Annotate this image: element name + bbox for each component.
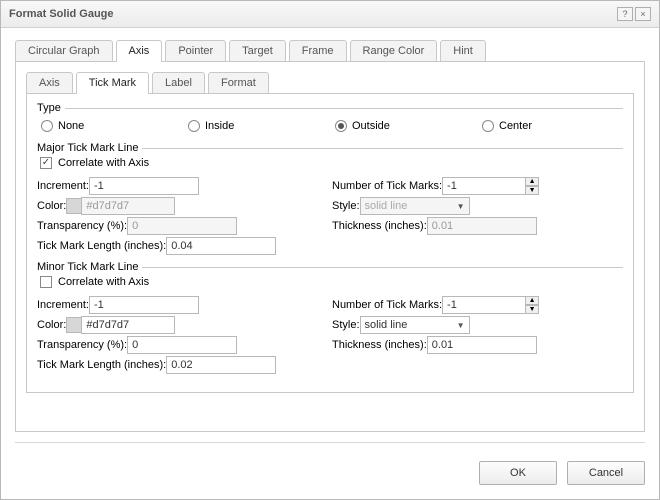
type-option-none[interactable]: None	[41, 120, 178, 132]
major-nummarks-input[interactable]	[442, 177, 526, 195]
help-button[interactable]: ?	[617, 7, 633, 21]
spin-up-icon[interactable]: ▲	[525, 296, 539, 305]
major-color-label: Color:	[37, 200, 66, 212]
sub-tabs: AxisTick MarkLabelFormat	[26, 72, 634, 94]
radio-icon[interactable]	[188, 120, 200, 132]
cancel-button[interactable]: Cancel	[567, 461, 645, 485]
major-transparency-label: Transparency (%):	[37, 220, 127, 232]
type-option-label: Outside	[352, 120, 390, 132]
major-increment-label: Increment:	[37, 180, 89, 192]
tab-circular-graph[interactable]: Circular Graph	[15, 40, 113, 61]
minor-style-label: Style:	[332, 319, 360, 331]
tab-axis[interactable]: Axis	[116, 40, 163, 61]
subtab-format[interactable]: Format	[208, 72, 269, 93]
chevron-down-icon: ▼	[457, 321, 465, 330]
tab-target[interactable]: Target	[229, 40, 286, 61]
axis-panel: AxisTick MarkLabelFormat Type None Inside…	[15, 62, 645, 432]
major-color-swatch[interactable]	[66, 198, 82, 214]
minor-style-select[interactable]: solid line ▼	[360, 316, 470, 334]
major-transparency-input	[127, 217, 237, 235]
spin-down-icon[interactable]: ▼	[525, 186, 539, 195]
minor-color-input[interactable]	[81, 316, 175, 334]
type-group: Type None Inside Outside Center	[37, 102, 623, 136]
ok-button[interactable]: OK	[479, 461, 557, 485]
close-button[interactable]: ×	[635, 7, 651, 21]
radio-icon[interactable]	[335, 120, 347, 132]
minor-thickness-input[interactable]	[427, 336, 537, 354]
tab-frame[interactable]: Frame	[289, 40, 347, 61]
tick-mark-panel: Type None Inside Outside Center Major Tick …	[26, 94, 634, 393]
minor-transparency-label: Transparency (%):	[37, 339, 127, 351]
minor-correlate-label: Correlate with Axis	[58, 276, 149, 288]
major-group: Major Tick Mark Line Correlate with Axis…	[37, 142, 623, 255]
subtab-axis[interactable]: Axis	[26, 72, 73, 93]
spin-down-icon[interactable]: ▼	[525, 305, 539, 314]
minor-increment-input[interactable]	[89, 296, 199, 314]
minor-nummarks-label: Number of Tick Marks:	[332, 299, 442, 311]
type-option-label: Center	[499, 120, 532, 132]
type-legend: Type	[37, 102, 61, 114]
major-correlate-checkbox[interactable]	[40, 157, 52, 169]
major-length-input[interactable]	[166, 237, 276, 255]
type-option-inside[interactable]: Inside	[188, 120, 325, 132]
major-thickness-input	[427, 217, 537, 235]
minor-style-value: solid line	[365, 319, 408, 331]
major-nummarks-label: Number of Tick Marks:	[332, 180, 442, 192]
minor-thickness-label: Thickness (inches):	[332, 339, 427, 351]
minor-correlate[interactable]: Correlate with Axis	[37, 273, 623, 294]
radio-icon[interactable]	[482, 120, 494, 132]
content: Circular GraphAxisPointerTargetFrameRang…	[1, 28, 659, 451]
minor-legend: Minor Tick Mark Line	[37, 261, 138, 273]
type-option-center[interactable]: Center	[482, 120, 619, 132]
major-style-value: solid line	[365, 200, 408, 212]
footer: OK Cancel	[1, 451, 659, 499]
radio-icon[interactable]	[41, 120, 53, 132]
major-correlate[interactable]: Correlate with Axis	[37, 154, 623, 175]
minor-transparency-input[interactable]	[127, 336, 237, 354]
major-increment-input[interactable]	[89, 177, 199, 195]
minor-length-input[interactable]	[166, 356, 276, 374]
minor-increment-label: Increment:	[37, 299, 89, 311]
major-length-label: Tick Mark Length (inches):	[37, 240, 166, 252]
minor-color-label: Color:	[37, 319, 66, 331]
major-style-select: solid line ▼	[360, 197, 470, 215]
minor-group: Minor Tick Mark Line Correlate with Axis…	[37, 261, 623, 374]
minor-correlate-checkbox[interactable]	[40, 276, 52, 288]
minor-length-label: Tick Mark Length (inches):	[37, 359, 166, 371]
tab-pointer[interactable]: Pointer	[165, 40, 226, 61]
type-option-outside[interactable]: Outside	[335, 120, 472, 132]
type-option-label: Inside	[205, 120, 234, 132]
spin-up-icon[interactable]: ▲	[525, 177, 539, 186]
major-thickness-label: Thickness (inches):	[332, 220, 427, 232]
tab-hint[interactable]: Hint	[440, 40, 486, 61]
dialog: Format Solid Gauge ? × Circular GraphAxi…	[0, 0, 660, 500]
type-options: None Inside Outside Center	[37, 114, 623, 136]
main-tabs: Circular GraphAxisPointerTargetFrameRang…	[15, 40, 645, 62]
subtab-label[interactable]: Label	[152, 72, 205, 93]
chevron-down-icon: ▼	[457, 202, 465, 211]
subtab-tick-mark[interactable]: Tick Mark	[76, 72, 149, 93]
tab-range-color[interactable]: Range Color	[350, 40, 438, 61]
major-color-input	[81, 197, 175, 215]
minor-nummarks-input[interactable]	[442, 296, 526, 314]
type-option-label: None	[58, 120, 84, 132]
minor-color-swatch[interactable]	[66, 317, 82, 333]
window-title: Format Solid Gauge	[9, 8, 615, 20]
major-correlate-label: Correlate with Axis	[58, 157, 149, 169]
titlebar: Format Solid Gauge ? ×	[1, 1, 659, 28]
major-legend: Major Tick Mark Line	[37, 142, 138, 154]
major-style-label: Style:	[332, 200, 360, 212]
